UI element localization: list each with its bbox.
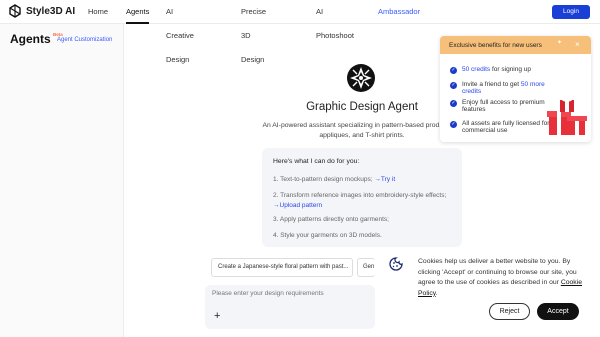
close-icon[interactable]: × <box>575 40 580 49</box>
capabilities-heading: Here's what I can do for you: <box>273 158 360 165</box>
capability-text: 2. Transform reference images into embro… <box>273 192 447 199</box>
agent-description: An AI-powered assistant specializing in … <box>262 122 462 139</box>
top-navigation-bar: Style3D AI Home Agents AI Creative Desig… <box>0 0 600 64</box>
accept-cookies-button[interactable]: Accept <box>537 303 579 320</box>
check-icon: ✓ <box>450 82 457 89</box>
nav-agents[interactable]: Agents <box>126 0 150 24</box>
nav-ai-creative-design[interactable]: AI Creative Design <box>166 0 194 64</box>
logo-icon <box>9 4 21 18</box>
cookie-notice-text: Cookies help us deliver a better website… <box>418 258 582 297</box>
gift-box-icon <box>547 97 587 135</box>
promo-title: Exclusive benefits for new users <box>449 42 542 49</box>
nav-ambassador[interactable]: Ambassador <box>378 0 420 24</box>
agent-customization-link[interactable]: Agent Customization <box>57 37 112 43</box>
nav-precise-3d-design[interactable]: Precise 3D Design <box>241 0 266 64</box>
benefit-item: ✓ 50 credits for signing up <box>450 66 532 74</box>
capability-text: 1. Text-to-pattern design mockups; <box>273 176 373 183</box>
capability-item: 1. Text-to-pattern design mockups; →Try … <box>273 175 457 185</box>
check-icon: ✓ <box>450 121 457 128</box>
capability-text: 3. Apply patterns directly onto garments… <box>273 216 389 223</box>
sidebar-title: Agents <box>10 32 51 46</box>
cookie-icon <box>389 257 403 271</box>
prompt-input-box: + <box>205 285 375 329</box>
benefit-item: ✓ Enjoy full access to premium features <box>450 99 545 113</box>
sparkle-icon: ✦ <box>557 40 563 46</box>
graphic-design-agent-icon <box>347 64 375 92</box>
upload-pattern-link[interactable]: →Upload pattern <box>273 202 322 209</box>
add-attachment-icon[interactable]: + <box>214 310 220 322</box>
suggestion-chip[interactable]: Gen <box>357 258 375 277</box>
capability-text: 4. Style your garments on 3D models. <box>273 232 382 239</box>
logo-text: Style3D AI <box>26 5 76 17</box>
reject-cookies-button[interactable]: Reject <box>489 303 530 320</box>
suggestion-chip[interactable]: Create a Japanese-style floral pattern w… <box>211 258 353 277</box>
logo[interactable]: Style3D AI <box>8 4 75 18</box>
agent-title: Graphic Design Agent <box>306 101 418 113</box>
nav-home[interactable]: Home <box>88 0 108 24</box>
login-button[interactable]: Login <box>552 5 590 19</box>
capability-item: 2. Transform reference images into embro… <box>273 191 457 211</box>
capability-item: 3. Apply patterns directly onto garments… <box>273 215 457 225</box>
nav-ai-photoshoot[interactable]: AI Photoshoot <box>316 0 354 40</box>
check-icon: ✓ <box>450 100 457 107</box>
capabilities-card: Here's what I can do for you: 1. Text-to… <box>262 148 462 247</box>
benefit-item: ✓ Invite a friend to get 50 more credits <box>450 81 545 95</box>
check-icon: ✓ <box>450 67 457 74</box>
try-it-link[interactable]: →Try it <box>374 176 395 183</box>
design-requirements-input[interactable] <box>212 290 362 297</box>
benefit-item: ✓ All assets are fully licensed for comm… <box>450 120 550 134</box>
promo-header: Exclusive benefits for new users ✦ × <box>440 36 591 54</box>
agents-sidebar: Agents Beta Agent Customization <box>0 24 124 337</box>
capability-item: 4. Style your garments on 3D models. <box>273 231 457 241</box>
